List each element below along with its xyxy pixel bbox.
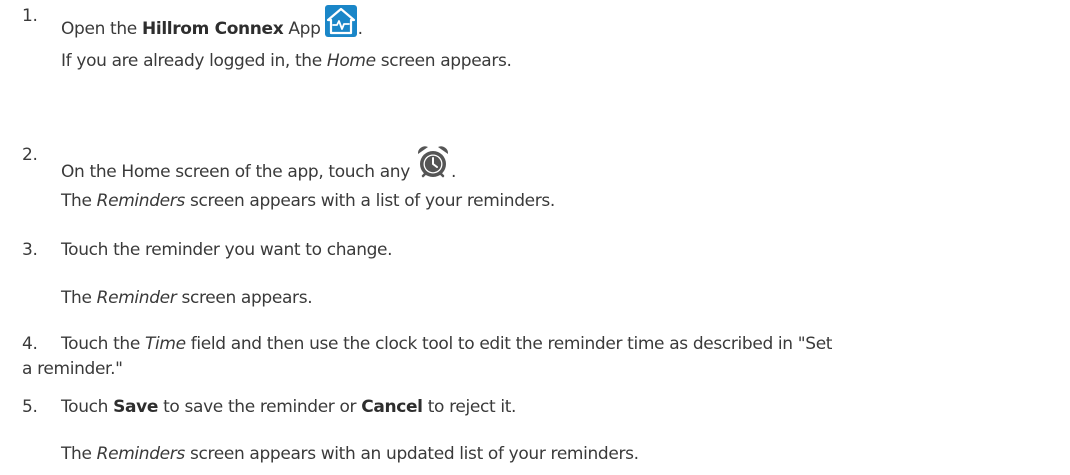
step-3-note: The Reminder screen appears.: [61, 288, 313, 308]
step-text: On the Home screen of the app, touch any…: [61, 144, 456, 183]
step-2-note: The Reminders screen appears with a list…: [61, 191, 555, 211]
step-number: 4.: [22, 334, 38, 354]
save-label: Save: [113, 397, 159, 417]
app-name: Hillrom Connex: [141, 19, 284, 39]
step-4-continuation: a reminder.": [22, 359, 123, 379]
home-app-icon: [324, 5, 357, 37]
step-text: Open the Hillrom Connex App .: [61, 5, 363, 40]
step-5-note: The Reminders screen appears with an upd…: [61, 444, 639, 464]
step-text: Touch the reminder you want to change.: [61, 240, 393, 260]
alarm-clock-icon: [417, 146, 449, 178]
step-1-note: If you are already logged in, the Home s…: [61, 51, 512, 71]
step-text: Touch the Time field and then use the cl…: [61, 334, 833, 354]
step-number: 2.: [22, 145, 38, 165]
cancel-label: Cancel: [361, 397, 423, 417]
step-number: 5.: [22, 397, 38, 417]
step-number: 1.: [22, 6, 38, 26]
step-text: Touch Save to save the reminder or Cance…: [61, 397, 517, 417]
step-number: 3.: [22, 240, 38, 260]
